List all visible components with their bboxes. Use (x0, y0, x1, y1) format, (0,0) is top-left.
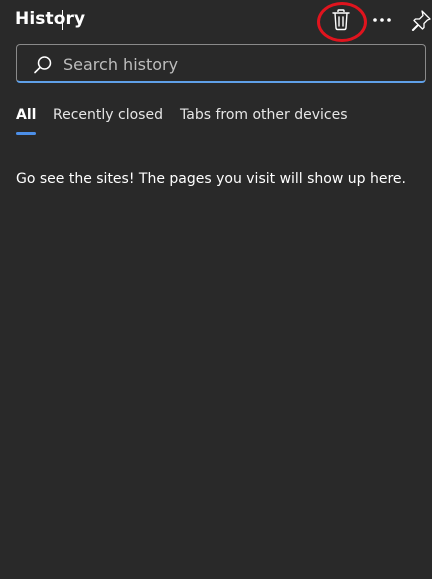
more-options-button[interactable] (366, 4, 398, 36)
delete-history-button[interactable] (325, 4, 357, 36)
more-options-icon (373, 18, 391, 22)
history-header: History (0, 0, 432, 42)
search-input[interactable] (63, 52, 413, 76)
search-box[interactable] (16, 44, 426, 83)
tab-all[interactable]: All (16, 107, 36, 123)
search-icon (34, 56, 52, 74)
tab-other-devices[interactable]: Tabs from other devices (180, 107, 348, 123)
trash-icon (332, 9, 350, 31)
text-cursor (62, 10, 63, 30)
pin-icon (411, 10, 431, 31)
history-title: History (15, 9, 86, 29)
empty-state-message: Go see the sites! The pages you visit wi… (16, 171, 406, 187)
tab-recently-closed[interactable]: Recently closed (53, 107, 163, 123)
pin-button[interactable] (405, 4, 432, 36)
selected-tab-indicator (16, 132, 36, 135)
history-panel: History Search history All Recently clos… (0, 0, 432, 579)
